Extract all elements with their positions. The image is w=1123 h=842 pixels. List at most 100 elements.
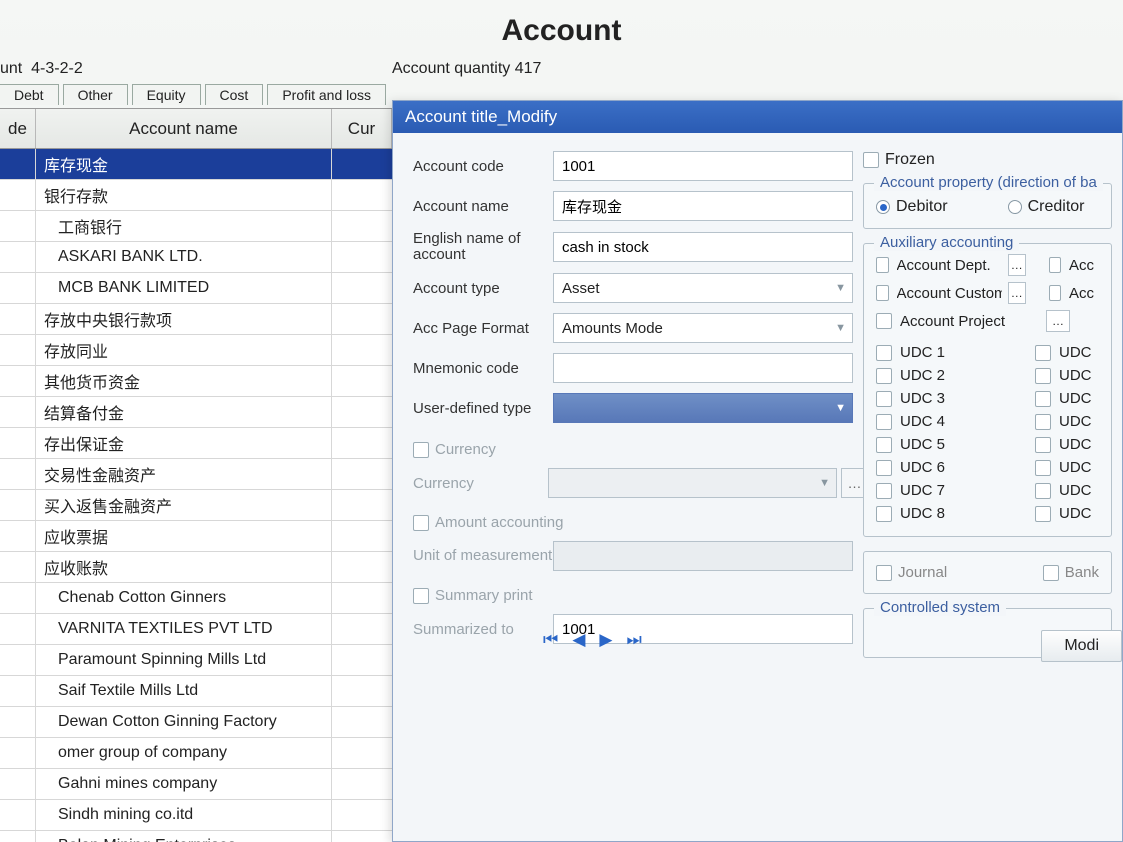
table-row[interactable]: 结算备付金	[0, 397, 392, 428]
udc-checkbox[interactable]	[876, 437, 892, 453]
table-row[interactable]: Sindh mining co.itd	[0, 800, 392, 831]
table-row[interactable]: 存出保证金	[0, 428, 392, 459]
table-row[interactable]: 应收票据	[0, 521, 392, 552]
debitor-radio[interactable]: Debitor	[876, 198, 948, 216]
udc-checkbox[interactable]	[876, 460, 892, 476]
udc-label: UDC	[1059, 436, 1099, 453]
table-row[interactable]: VARNITA TEXTILES PVT LTD	[0, 614, 392, 645]
udc-checkbox[interactable]	[1035, 391, 1051, 407]
col-header-name[interactable]: Account name	[36, 109, 332, 148]
quantity-info: Account quantity 417	[392, 60, 541, 78]
col-header-currency[interactable]: Cur	[332, 109, 392, 148]
aux-checkbox[interactable]	[1049, 285, 1062, 301]
auxiliary-accounting-title: Auxiliary accounting	[874, 234, 1019, 251]
table-row[interactable]: Paramount Spinning Mills Ltd	[0, 645, 392, 676]
chevron-down-icon: ▼	[835, 402, 846, 414]
aux-checkbox[interactable]	[876, 313, 892, 329]
table-row[interactable]: 其他货币资金	[0, 366, 392, 397]
label-currency: Currency	[413, 475, 548, 492]
tab-cost[interactable]: Cost	[205, 84, 264, 105]
tab-profit-and-loss[interactable]: Profit and loss	[267, 84, 386, 105]
account-name-input[interactable]	[553, 191, 853, 221]
tab-debt[interactable]: Debt	[0, 84, 59, 105]
table-row[interactable]: Saif Textile Mills Ltd	[0, 676, 392, 707]
table-row[interactable]: 工商银行	[0, 211, 392, 242]
aux-label: Account Dept.	[897, 257, 1002, 274]
aux-lookup-button[interactable]: …	[1008, 254, 1027, 276]
controlled-system-title: Controlled system	[874, 599, 1006, 616]
udc-label: UDC	[1059, 413, 1099, 430]
aux-lookup-button[interactable]: …	[1046, 310, 1070, 332]
nav-first-icon[interactable]: ⏮	[543, 630, 558, 650]
modify-button[interactable]: Modi	[1041, 630, 1122, 662]
label-user-defined-type: User-defined type	[413, 400, 553, 417]
user-defined-type-select[interactable]: ▼	[553, 393, 853, 423]
udc-checkbox[interactable]	[876, 414, 892, 430]
category-tabs: DebtOtherEquityCostProfit and loss	[0, 84, 386, 105]
frozen-checkbox[interactable]: Frozen	[863, 151, 1112, 169]
table-row[interactable]: 存放同业	[0, 335, 392, 366]
aux-checkbox[interactable]	[876, 257, 889, 273]
aux-checkbox[interactable]	[876, 285, 889, 301]
table-row[interactable]: Dewan Cotton Ginning Factory	[0, 707, 392, 738]
udc-label: UDC	[1059, 459, 1099, 476]
mnemonic-input[interactable]	[553, 353, 853, 383]
udc-label: UDC 1	[900, 344, 960, 361]
label-summarized-to: Summarized to	[413, 621, 553, 638]
table-row[interactable]: 应收账款	[0, 552, 392, 583]
udc-checkbox[interactable]	[876, 391, 892, 407]
currency-checkbox[interactable]: Currency	[413, 441, 496, 458]
account-property-group: Account property (direction of ba Debito…	[863, 183, 1112, 229]
creditor-radio[interactable]: Creditor	[1008, 198, 1085, 216]
table-row[interactable]: Gahni mines company	[0, 769, 392, 800]
table-row[interactable]: Chenab Cotton Ginners	[0, 583, 392, 614]
udc-checkbox[interactable]	[1035, 414, 1051, 430]
summary-print-checkbox[interactable]: Summary print	[413, 587, 533, 604]
table-row[interactable]: 买入返售金融资产	[0, 490, 392, 521]
table-row[interactable]: omer group of company	[0, 738, 392, 769]
udc-label: UDC	[1059, 505, 1099, 522]
udc-label: UDC 2	[900, 367, 960, 384]
account-code-input[interactable]	[553, 151, 853, 181]
journal-checkbox[interactable]: Journal	[876, 564, 947, 581]
udc-label: UDC 5	[900, 436, 960, 453]
page-format-select[interactable]: Amounts Mode▼	[553, 313, 853, 343]
nav-last-icon[interactable]: ⏭	[626, 630, 641, 650]
udc-checkbox[interactable]	[1035, 368, 1051, 384]
tab-equity[interactable]: Equity	[132, 84, 201, 105]
udc-checkbox[interactable]	[1035, 506, 1051, 522]
udc-checkbox[interactable]	[876, 345, 892, 361]
table-row[interactable]: Bolan Mining Enterprises	[0, 831, 392, 842]
udc-label: UDC	[1059, 390, 1099, 407]
table-row[interactable]: 库存现金	[0, 149, 392, 180]
nav-next-icon[interactable]: ▶	[599, 630, 612, 650]
journal-bank-group: Journal Bank	[863, 551, 1112, 594]
label-account-type: Account type	[413, 280, 553, 297]
english-name-input[interactable]	[553, 232, 853, 262]
amount-accounting-checkbox[interactable]: Amount accounting	[413, 514, 563, 531]
udc-checkbox[interactable]	[1035, 483, 1051, 499]
col-header-code[interactable]: de	[0, 109, 36, 148]
dialog-title: Account title_Modify	[393, 101, 1122, 133]
udc-checkbox[interactable]	[1035, 345, 1051, 361]
udc-label: UDC	[1059, 482, 1099, 499]
table-row[interactable]: ASKARI BANK LTD.	[0, 242, 392, 273]
bank-checkbox[interactable]: Bank	[1043, 564, 1099, 581]
table-row[interactable]: 存放中央银行款项	[0, 304, 392, 335]
aux-lookup-button[interactable]: …	[1008, 282, 1027, 304]
table-row[interactable]: 交易性金融资产	[0, 459, 392, 490]
tab-other[interactable]: Other	[63, 84, 128, 105]
nav-prev-icon[interactable]: ◀	[572, 630, 585, 650]
udc-checkbox[interactable]	[1035, 437, 1051, 453]
udc-checkbox[interactable]	[876, 506, 892, 522]
table-row[interactable]: MCB BANK LIMITED	[0, 273, 392, 304]
table-row[interactable]: 银行存款	[0, 180, 392, 211]
account-type-select[interactable]: Asset▼	[553, 273, 853, 303]
udc-checkbox[interactable]	[876, 368, 892, 384]
udc-checkbox[interactable]	[876, 483, 892, 499]
page-title: Account	[0, 14, 1123, 48]
udc-checkbox[interactable]	[1035, 460, 1051, 476]
aux-label: Account Custome	[897, 285, 1002, 302]
chevron-down-icon: ▼	[835, 322, 846, 334]
aux-checkbox[interactable]	[1049, 257, 1062, 273]
